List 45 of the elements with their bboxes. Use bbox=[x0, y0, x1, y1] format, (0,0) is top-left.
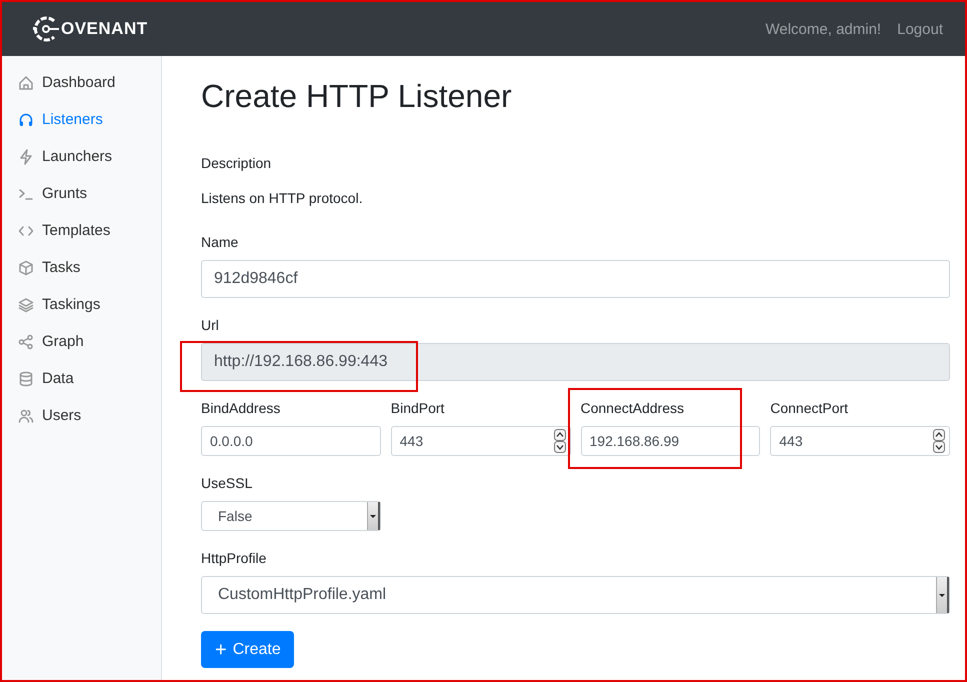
description-text: Listens on HTTP protocol. bbox=[201, 189, 364, 208]
select-field[interactable]: False bbox=[201, 501, 381, 531]
spinner-icon[interactable] bbox=[933, 429, 945, 453]
database-icon bbox=[18, 370, 34, 386]
field-label: BindPort bbox=[390, 399, 446, 418]
field-label: ConnectAddress bbox=[580, 399, 686, 418]
home-icon bbox=[18, 74, 34, 90]
field-label: Description bbox=[201, 154, 272, 173]
sidebar-item[interactable]: Users bbox=[2, 397, 161, 434]
sidebar-item[interactable]: Grunts bbox=[2, 175, 161, 212]
sidebar-item[interactable]: Data bbox=[2, 360, 161, 397]
sidebar-item[interactable]: Templates bbox=[2, 212, 161, 249]
field-label: HttpProfile bbox=[201, 549, 268, 568]
box-icon bbox=[18, 260, 34, 276]
headphones-icon bbox=[18, 112, 34, 128]
dropdown-icon[interactable] bbox=[936, 577, 949, 613]
layers-icon bbox=[18, 296, 34, 312]
field-label: ConnectPort bbox=[770, 399, 850, 418]
logout-link[interactable]: Logout bbox=[897, 20, 943, 38]
dropdown-icon[interactable] bbox=[366, 502, 380, 530]
select-field[interactable]: CustomHttpProfile.yaml bbox=[201, 576, 950, 614]
users-icon bbox=[18, 408, 34, 424]
sidebar-item[interactable]: Tasks bbox=[2, 249, 161, 286]
logo-icon bbox=[32, 14, 60, 44]
create-button[interactable]: + Create bbox=[201, 631, 294, 668]
field-label: Url bbox=[201, 316, 220, 335]
sidebar-item[interactable]: Graph bbox=[2, 323, 161, 360]
field-label: Name bbox=[201, 233, 240, 252]
input-field[interactable]: 192.168.86.99 bbox=[580, 426, 760, 456]
input-field[interactable]: 0.0.0.0 bbox=[201, 426, 381, 456]
sidebar-item[interactable]: Listeners bbox=[2, 101, 161, 138]
share-icon bbox=[18, 334, 34, 350]
page-title: Create HTTP Listener bbox=[201, 77, 513, 116]
number-field[interactable]: 443 bbox=[770, 426, 950, 456]
sidebar-item[interactable]: Dashboard bbox=[2, 64, 161, 101]
lightning-icon bbox=[18, 148, 34, 164]
input-field[interactable]: 912d9846cf bbox=[201, 260, 950, 298]
sidebar-item[interactable]: Launchers bbox=[2, 138, 161, 175]
field-label: UseSSL bbox=[201, 474, 254, 493]
brand-name: OVENANT bbox=[61, 19, 148, 39]
spinner-icon[interactable] bbox=[554, 429, 566, 453]
welcome-text: Welcome, admin! bbox=[766, 20, 882, 38]
sidebar-item[interactable]: Taskings bbox=[2, 286, 161, 323]
field-label: BindAddress bbox=[201, 399, 282, 418]
number-field[interactable]: 443 bbox=[390, 426, 570, 456]
